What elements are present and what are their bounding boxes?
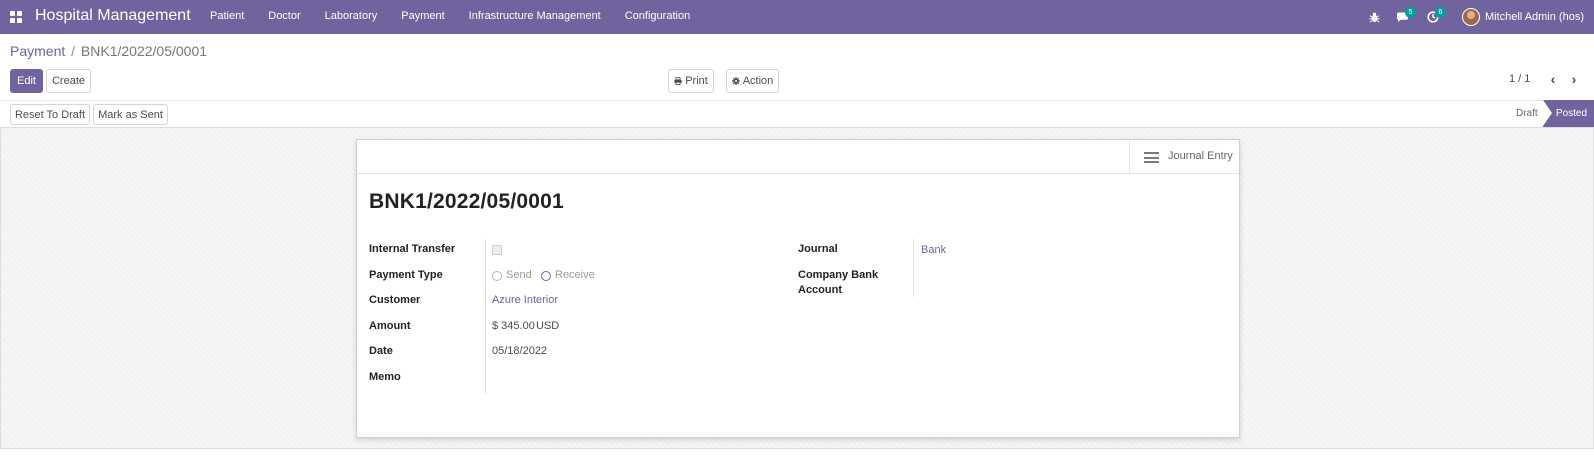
company-bank-account-label-line1: Company Bank bbox=[798, 269, 879, 281]
user-avatar bbox=[1461, 8, 1480, 26]
pager-value[interactable]: 1 / 1 bbox=[1509, 73, 1530, 85]
customer-label: Customer bbox=[369, 294, 421, 306]
menu-item-payment[interactable]: Payment bbox=[389, 10, 456, 22]
journal-entry-label: Journal Entry bbox=[1168, 150, 1233, 162]
right-group-divider bbox=[913, 239, 914, 297]
menu-item-doctor[interactable]: Doctor bbox=[256, 10, 312, 22]
content-bottom-border bbox=[0, 448, 1594, 449]
app-title[interactable]: Hospital Management bbox=[35, 7, 191, 25]
payment-type-send-radio[interactable] bbox=[492, 271, 502, 281]
menu-item-configuration[interactable]: Configuration bbox=[613, 10, 702, 22]
amount-value: $ 345.00 bbox=[492, 320, 535, 332]
action-button[interactable]: Action bbox=[726, 69, 779, 93]
amount-currency: USD bbox=[536, 320, 560, 332]
activities-clock-icon[interactable]: 6 bbox=[1422, 0, 1446, 34]
payment-type-label: Payment Type bbox=[369, 269, 443, 281]
company-bank-account-label-line2: Account bbox=[798, 284, 842, 296]
status-chevron bbox=[1543, 100, 1552, 126]
print-button[interactable]: Print bbox=[668, 69, 714, 93]
journal-label: Journal bbox=[798, 243, 838, 255]
breadcrumb-current: BNK1/2022/05/0001 bbox=[80, 43, 208, 59]
print-label: Print bbox=[685, 75, 708, 87]
mark-as-sent-button[interactable]: Mark as Sent bbox=[93, 104, 168, 125]
status-posted-label: Posted bbox=[1555, 108, 1588, 119]
user-name: Mitchell Admin (hos) bbox=[1484, 11, 1584, 23]
breadcrumb-parent[interactable]: Payment bbox=[10, 43, 65, 59]
record-title: BNK1/2022/05/0001 bbox=[369, 190, 564, 213]
breadcrumb-separator: / bbox=[71, 43, 76, 59]
internal-transfer-checkbox[interactable] bbox=[492, 245, 502, 255]
user-menu[interactable]: Mitchell Admin (hos) bbox=[1461, 8, 1584, 26]
bars-icon bbox=[1144, 152, 1159, 163]
form-sheet: Journal Entry BNK1/2022/05/0001 Internal… bbox=[356, 139, 1240, 438]
statusbar-top-border bbox=[0, 100, 1594, 101]
customer-link[interactable]: Azure Interior bbox=[492, 294, 558, 306]
payment-type-send-label: Send bbox=[506, 269, 532, 281]
memo-label: Memo bbox=[369, 371, 401, 383]
menu-item-laboratory[interactable]: Laboratory bbox=[313, 10, 390, 22]
reset-to-draft-button[interactable]: Reset To Draft bbox=[10, 104, 90, 125]
action-label: Action bbox=[742, 75, 774, 87]
systray: 5 6 Mitchell Admin (hos) bbox=[1364, 0, 1594, 34]
breadcrumb: Payment / BNK1/2022/05/0001 bbox=[10, 43, 207, 59]
menu-item-patient[interactable]: Patient bbox=[198, 10, 256, 22]
pager-next-icon[interactable]: › bbox=[1567, 72, 1581, 86]
payment-type-receive-radio[interactable] bbox=[541, 271, 551, 281]
button-box: Journal Entry bbox=[357, 140, 1239, 174]
activities-badge: 6 bbox=[1434, 7, 1446, 18]
edit-button[interactable]: Edit bbox=[10, 69, 43, 93]
date-value: 05/18/2022 bbox=[492, 345, 548, 357]
menu-item-infrastructure-management[interactable]: Infrastructure Management bbox=[457, 10, 613, 22]
main-menu: Patient Doctor Laboratory Payment Infras… bbox=[198, 10, 702, 22]
create-button[interactable]: Create bbox=[46, 69, 91, 93]
journal-link[interactable]: Bank bbox=[921, 244, 946, 256]
apps-menu-icon[interactable] bbox=[10, 11, 22, 23]
left-group-divider bbox=[485, 239, 486, 394]
messages-badge: 5 bbox=[1404, 7, 1416, 18]
gear-icon bbox=[731, 77, 740, 85]
main-navbar: Hospital Management Patient Doctor Labor… bbox=[0, 0, 1594, 34]
bug-icon[interactable] bbox=[1364, 0, 1386, 34]
internal-transfer-label: Internal Transfer bbox=[369, 243, 456, 255]
amount-label: Amount bbox=[369, 320, 411, 332]
print-icon bbox=[674, 77, 682, 85]
payment-type-receive-label: Receive bbox=[555, 269, 595, 281]
journal-entry-smart-button[interactable]: Journal Entry bbox=[1129, 140, 1239, 174]
date-label: Date bbox=[369, 345, 393, 357]
status-draft[interactable]: Draft bbox=[1516, 108, 1538, 119]
messages-icon[interactable]: 5 bbox=[1392, 0, 1416, 34]
pager-previous-icon[interactable]: ‹ bbox=[1546, 72, 1560, 86]
